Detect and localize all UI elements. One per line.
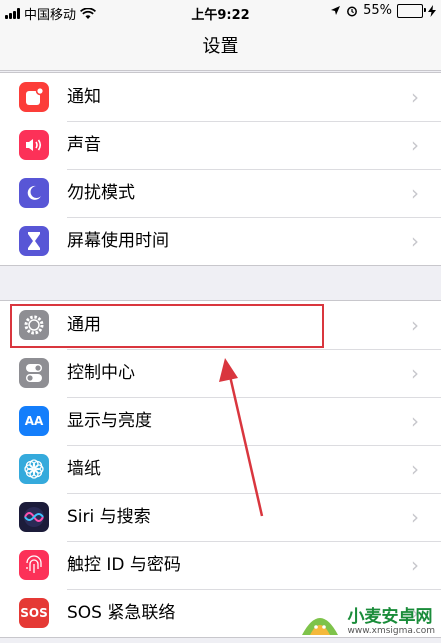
chevron-right-icon: › bbox=[411, 313, 419, 337]
settings-row-sounds[interactable]: 声音 › bbox=[0, 121, 441, 169]
row-label: SOS 紧急联络 bbox=[67, 603, 176, 623]
row-label: 通知 bbox=[67, 87, 101, 107]
settings-row-control-center[interactable]: 控制中心 › bbox=[0, 349, 441, 397]
charging-bolt-icon bbox=[428, 4, 436, 17]
row-label: 勿扰模式 bbox=[67, 183, 135, 203]
row-label: Siri 与搜索 bbox=[67, 507, 151, 527]
settings-row-notifications[interactable]: 通知 › bbox=[0, 73, 441, 121]
fingerprint-icon bbox=[19, 550, 49, 580]
chevron-right-icon: › bbox=[411, 181, 419, 205]
settings-row-siri-search[interactable]: Siri 与搜索 › bbox=[0, 493, 441, 541]
alarm-icon bbox=[347, 6, 358, 16]
row-label: 墙纸 bbox=[67, 459, 101, 479]
siri-icon bbox=[19, 502, 49, 532]
chevron-right-icon: › bbox=[411, 133, 419, 157]
gear-icon bbox=[19, 310, 49, 340]
chevron-right-icon: › bbox=[411, 553, 419, 577]
row-label: 通用 bbox=[67, 315, 101, 335]
row-label: 显示与亮度 bbox=[67, 411, 152, 431]
switches-icon bbox=[19, 358, 49, 388]
display-aa-icon: AA bbox=[19, 406, 49, 436]
chevron-right-icon: › bbox=[411, 505, 419, 529]
row-label: 屏幕使用时间 bbox=[67, 231, 169, 251]
settings-row-touch-id-passcode[interactable]: 触控 ID 与密码 › bbox=[0, 541, 441, 589]
sos-icon: SOS bbox=[19, 598, 49, 628]
settings-row-screen-time[interactable]: 屏幕使用时间 › bbox=[0, 217, 441, 265]
flower-icon bbox=[19, 454, 49, 484]
battery-percent: 55% bbox=[363, 3, 392, 18]
settings-row-general[interactable]: 通用 › bbox=[0, 301, 441, 349]
moon-icon bbox=[19, 178, 49, 208]
row-label: 控制中心 bbox=[67, 363, 135, 383]
chevron-right-icon: › bbox=[411, 361, 419, 385]
chevron-right-icon: › bbox=[411, 229, 419, 253]
battery-icon bbox=[397, 3, 426, 18]
chevron-right-icon: › bbox=[411, 457, 419, 481]
settings-group-2: 通用 › 控制中心 › AA 显示与亮度 › 墙纸 › Siri 与搜索 › 触… bbox=[0, 300, 441, 638]
chevron-right-icon: › bbox=[411, 85, 419, 109]
settings-row-do-not-disturb[interactable]: 勿扰模式 › bbox=[0, 169, 441, 217]
nav-bar: 设置 bbox=[0, 24, 441, 71]
watermark-url: www.xmsigma.com bbox=[347, 626, 435, 636]
status-right: 55% bbox=[330, 3, 436, 18]
settings-row-wallpaper[interactable]: 墙纸 › bbox=[0, 445, 441, 493]
page-title: 设置 bbox=[202, 36, 239, 57]
hourglass-icon bbox=[19, 226, 49, 256]
watermark: 小麦安卓网 www.xmsigma.com bbox=[296, 605, 435, 639]
chevron-right-icon: › bbox=[411, 409, 419, 433]
row-label: 声音 bbox=[67, 135, 101, 155]
settings-row-display-brightness[interactable]: AA 显示与亮度 › bbox=[0, 397, 441, 445]
location-icon bbox=[331, 6, 341, 15]
notifications-icon bbox=[19, 82, 49, 112]
android-logo-icon bbox=[301, 618, 338, 635]
watermark-name: 小麦安卓网 bbox=[347, 607, 433, 627]
sounds-icon bbox=[19, 130, 49, 160]
row-label: 触控 ID 与密码 bbox=[67, 555, 181, 575]
status-bar: 中国移动 上午9:22 55% bbox=[0, 0, 441, 24]
settings-group-1: 通知 › 声音 › 勿扰模式 › 屏幕使用时间 › bbox=[0, 72, 441, 266]
